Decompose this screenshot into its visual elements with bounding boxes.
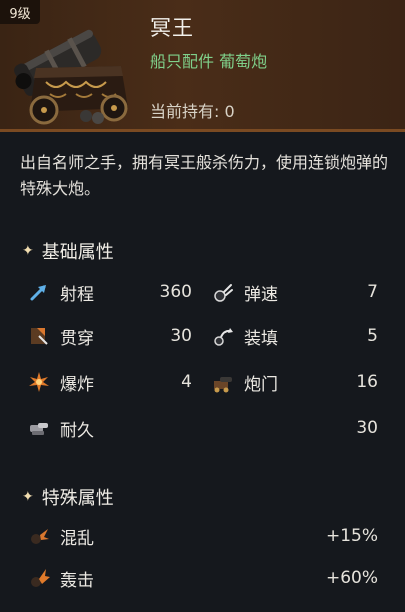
stat-range: 射程 360 bbox=[28, 276, 192, 308]
stat-durability: 耐久 30 bbox=[28, 412, 378, 444]
range-arrow-icon bbox=[30, 285, 46, 301]
stat-chaos: 混乱 +15% bbox=[28, 520, 378, 552]
special-attributes-header: ✦ 特殊属性 bbox=[22, 484, 114, 510]
stat-gunport: 炮门 16 bbox=[212, 366, 378, 398]
durability-icon bbox=[30, 423, 48, 435]
base-attributes-title: 基础属性 bbox=[41, 242, 114, 263]
cannon-icon bbox=[14, 29, 128, 125]
bombard-icon bbox=[31, 569, 50, 587]
sparkle-icon: ✦ bbox=[22, 243, 34, 259]
item-category: 船只配件 葡萄炮 bbox=[150, 52, 268, 71]
item-description: 出自名师之手，拥有冥王般杀伤力，使用连锁炮弹的特殊大炮。 bbox=[20, 153, 389, 198]
stat-reload: 装填 5 bbox=[212, 320, 378, 352]
speed-icon bbox=[214, 284, 233, 302]
stat-speed: 弹速 7 bbox=[212, 276, 378, 308]
stat-bombard: 轰击 +60% bbox=[28, 562, 378, 594]
base-attributes-header: ✦ 基础属性 bbox=[22, 238, 114, 264]
held-count: 当前持有: 0 bbox=[150, 98, 235, 122]
chaos-icon bbox=[31, 529, 49, 544]
sparkle-icon: ✦ bbox=[22, 489, 34, 505]
stat-explosion: 爆炸 4 bbox=[28, 366, 192, 398]
item-name: 冥王 bbox=[150, 16, 194, 40]
stat-penetration: 贯穿 30 bbox=[28, 320, 192, 352]
item-header: 9级 冥王 船只配件 葡萄炮 当前持有: 0 bbox=[0, 0, 405, 132]
held-label: 当前持有: bbox=[150, 102, 220, 121]
special-attributes-title: 特殊属性 bbox=[41, 488, 114, 509]
item-detail-card: 9级 冥王 船只配件 葡萄炮 当前持有: 0 出自名师之手，拥有冥王般杀伤力，使… bbox=[0, 0, 405, 612]
held-value: 0 bbox=[224, 102, 235, 121]
gunport-icon bbox=[214, 377, 232, 393]
explosion-icon bbox=[29, 372, 49, 392]
reload-icon bbox=[214, 328, 233, 346]
penetration-icon bbox=[31, 328, 48, 345]
